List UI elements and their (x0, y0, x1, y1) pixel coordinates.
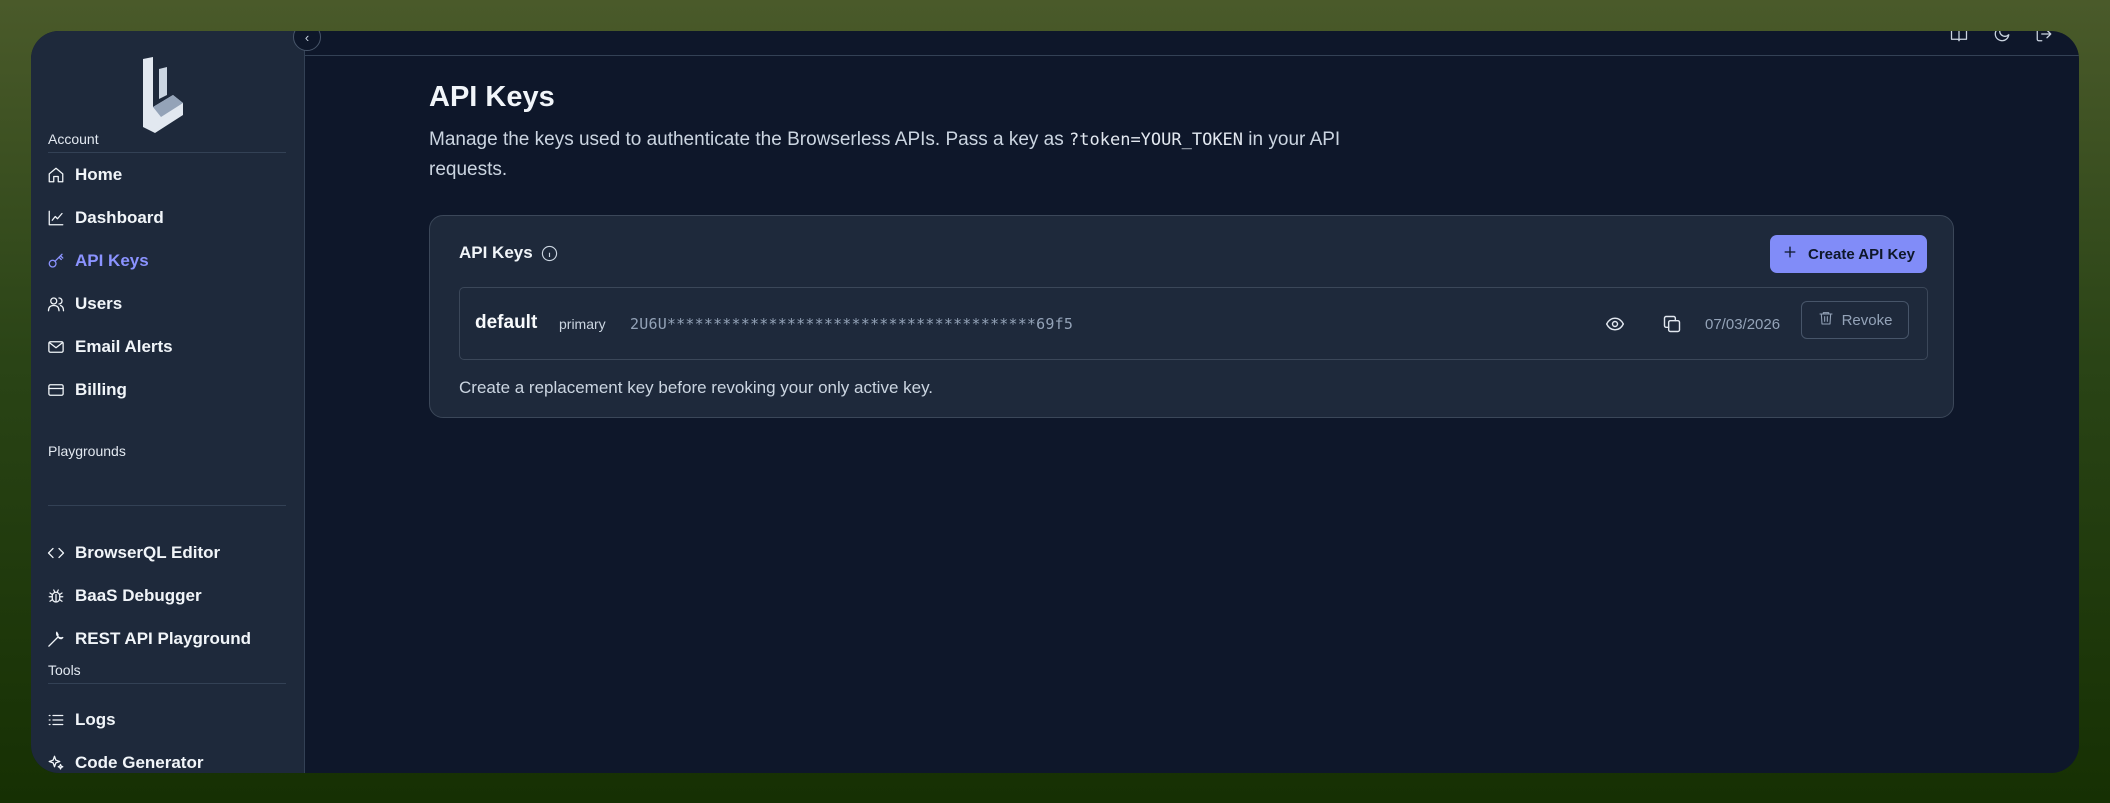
sidebar-item-label: BrowserQL Editor (75, 543, 221, 562)
info-icon[interactable] (541, 245, 558, 262)
users-icon (47, 295, 65, 313)
api-keys-card: API Keys Create API Key default primary … (429, 215, 1954, 418)
sidebar-item-label: BaaS Debugger (75, 586, 202, 605)
sidebar: Account Home Dashboard API Keys Users Em… (31, 31, 305, 773)
page-description: Manage the keys used to authenticate the… (429, 125, 1349, 185)
sidebar-item-baas-debugger[interactable]: BaaS Debugger (47, 580, 287, 612)
list-icon (47, 711, 65, 729)
moon-icon[interactable] (1993, 31, 2013, 45)
chart-line-icon (47, 209, 65, 227)
mail-icon (47, 338, 65, 356)
page-title: API Keys (429, 81, 555, 113)
trash-icon (1818, 310, 1834, 330)
sidebar-section-tools: Tools (48, 662, 81, 678)
sidebar-section-account: Account (48, 131, 99, 147)
eye-icon[interactable] (1605, 314, 1625, 334)
sidebar-section-playgrounds: Playgrounds (48, 443, 126, 459)
key-icon (47, 252, 65, 270)
token-code: ?token=YOUR_TOKEN (1069, 130, 1244, 150)
sidebar-item-home[interactable]: Home (47, 159, 287, 191)
revoke-button[interactable]: Revoke (1801, 301, 1909, 339)
api-key-row: default primary 2U6U********************… (459, 287, 1928, 360)
bug-icon (47, 587, 65, 605)
revoke-label: Revoke (1841, 311, 1893, 329)
home-icon (47, 166, 65, 184)
sidebar-item-dashboard[interactable]: Dashboard (47, 202, 287, 234)
sidebar-item-label: Home (75, 165, 123, 184)
logout-icon[interactable] (2035, 31, 2055, 45)
sidebar-item-label: Users (75, 294, 123, 313)
book-icon[interactable] (1950, 31, 1970, 45)
sidebar-item-label: REST API Playground (75, 629, 252, 648)
description-text: Manage the keys used to authenticate the… (429, 129, 1070, 150)
browserless-logo[interactable] (137, 55, 187, 135)
top-bar (304, 31, 2079, 56)
sidebar-item-label: API Keys (75, 251, 149, 270)
chevron-left-icon: ‹ (304, 31, 310, 45)
sidebar-item-users[interactable]: Users (47, 288, 287, 320)
sidebar-item-billing[interactable]: Billing (47, 374, 287, 406)
sidebar-item-label: Logs (75, 710, 116, 729)
divider (48, 683, 286, 684)
sidebar-item-rest-api-playground[interactable]: REST API Playground (47, 623, 287, 655)
card-title: API Keys (459, 243, 558, 263)
card-title-text: API Keys (459, 243, 533, 262)
create-api-key-label: Create API Key (1808, 245, 1915, 263)
plus-icon (1782, 244, 1798, 264)
key-tag: primary (559, 316, 606, 332)
credit-card-icon (47, 381, 65, 399)
key-name: default (475, 312, 538, 333)
sidebar-item-label: Email Alerts (75, 337, 173, 356)
sidebar-item-api-keys[interactable]: API Keys (47, 245, 287, 277)
copy-icon[interactable] (1662, 314, 1682, 334)
key-value: 2U6U************************************… (630, 315, 1074, 333)
divider (48, 505, 286, 506)
sidebar-item-email-alerts[interactable]: Email Alerts (47, 331, 287, 363)
create-api-key-button[interactable]: Create API Key (1770, 235, 1927, 273)
sidebar-item-logs[interactable]: Logs (47, 704, 287, 736)
divider (48, 152, 286, 153)
code-icon (47, 544, 65, 562)
wrench-icon (47, 630, 65, 648)
app-window: Account Home Dashboard API Keys Users Em… (31, 31, 2079, 773)
sidebar-item-label: Code Generator (75, 753, 204, 772)
card-note: Create a replacement key before revoking… (459, 378, 934, 397)
sidebar-item-label: Dashboard (75, 208, 164, 227)
sidebar-item-label: Billing (75, 380, 127, 399)
sparkles-icon (47, 754, 65, 772)
key-date: 07/03/2026 (1705, 316, 1781, 333)
sidebar-item-code-generator[interactable]: Code Generator (47, 747, 287, 773)
sidebar-item-browserql-editor[interactable]: BrowserQL Editor (47, 537, 287, 569)
